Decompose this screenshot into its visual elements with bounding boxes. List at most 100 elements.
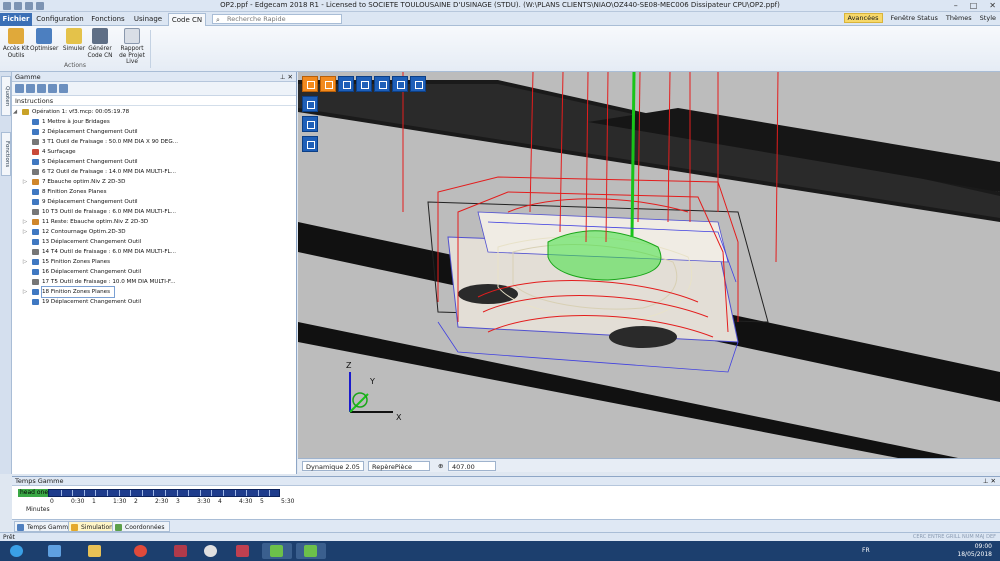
tree-item[interactable]: 13 Déplacement Changement Outil — [12, 237, 296, 247]
view-front-button[interactable] — [320, 76, 336, 92]
tab-code-cn[interactable]: Code CN — [168, 13, 206, 26]
tree-item[interactable]: 1 Mettre à jour Bridages — [12, 117, 296, 127]
tool-kit-access-button[interactable]: Accès Kit Outils — [2, 28, 30, 59]
filter-icon[interactable] — [48, 84, 57, 93]
tree-item[interactable]: 3 T1 Outil de Fraisage : 50.0 MM DIA X 9… — [12, 137, 296, 147]
tree-item[interactable]: ◢ Opération 1: vf3.mcp: 00:05:19.78 — [12, 107, 296, 117]
taskbar-cw[interactable] — [196, 543, 226, 559]
expand-toggle-icon[interactable]: ▷ — [22, 287, 28, 297]
expand-toggle-icon[interactable]: ▷ — [22, 217, 28, 227]
style-menu[interactable]: Style — [980, 14, 996, 22]
timeline-segment — [119, 490, 120, 496]
timeline-segment — [153, 490, 154, 496]
optimize-button[interactable]: Optimiser — [30, 28, 58, 53]
tree-item-label: 4 Surfaçage — [42, 149, 76, 155]
expand-toggle-icon[interactable]: ▷ — [22, 177, 28, 187]
options-icon[interactable] — [59, 84, 68, 93]
status-window-toggle[interactable]: Fenêtre Status — [891, 14, 938, 22]
list-button[interactable] — [392, 76, 408, 92]
tab-fonctions[interactable]: Fonctions — [88, 13, 128, 26]
minimize-icon[interactable]: – — [954, 1, 958, 10]
button-label: Optimiser — [30, 46, 59, 52]
tree-item[interactable]: 6 T2 Outil de Fraisage : 14.0 MM DIA MUL… — [12, 167, 296, 177]
quick-search-input[interactable]: ⌕ Recherche Rapide — [212, 14, 342, 24]
view-top-button[interactable] — [338, 76, 354, 92]
expand-toggle-icon[interactable]: ▷ — [22, 257, 28, 267]
language-indicator[interactable]: FR — [862, 547, 870, 554]
tree-item[interactable]: 19 Déplacement Changement Outil — [12, 297, 296, 307]
timeline-tick: 3:30 — [197, 498, 211, 505]
tree-item[interactable]: 4 Surfaçage — [12, 147, 296, 157]
tab-coordonnees[interactable]: Coordonnées — [112, 521, 170, 532]
taskbar-edgecam-2[interactable] — [296, 543, 326, 559]
tree-item[interactable]: 17 T5 Outil de Fraisage : 10.0 MM DIA MU… — [12, 277, 296, 287]
tab-configuration[interactable]: Configuration — [36, 13, 84, 26]
view-iso-button[interactable] — [302, 76, 318, 92]
tree-item-label: 3 T1 Outil de Fraisage : 50.0 MM DIA X 9… — [42, 139, 178, 145]
tree-item[interactable]: 9 Déplacement Changement Outil — [12, 197, 296, 207]
tree-item[interactable]: ▷ 18 Finition Zones Planes — [12, 286, 296, 298]
axis-y-label: Y — [369, 377, 375, 386]
tree-item[interactable]: ▷ 15 Finition Zones Planes — [12, 257, 296, 267]
tree-item[interactable]: 8 Finition Zones Planes — [12, 187, 296, 197]
close-icon[interactable]: ✕ — [989, 1, 996, 10]
shade-button[interactable] — [302, 96, 318, 112]
dynamic-mode[interactable]: Dynamique 2.05 — [302, 461, 364, 471]
generate-nc-button[interactable]: Générer Code CN — [86, 28, 114, 59]
zoom-button[interactable] — [374, 76, 390, 92]
operation-icon — [32, 189, 39, 195]
simulate-button[interactable]: Simuler — [60, 28, 88, 53]
taskbar-chrome[interactable] — [126, 543, 156, 559]
status-bar: Prêt CERC ENTRE GRILL NUM MAJ DEF — [0, 532, 1000, 541]
view-tree-button[interactable] — [356, 76, 372, 92]
axis-x-label: X — [396, 413, 402, 422]
expand-icon[interactable] — [26, 84, 35, 93]
taskbar-app[interactable] — [166, 543, 196, 559]
pin-icon[interactable]: ⊥ ✕ — [280, 72, 293, 82]
frame-select[interactable]: RepèrePièce — [368, 461, 430, 471]
solid-button[interactable] — [302, 136, 318, 152]
tab-usinage[interactable]: Usinage — [130, 13, 166, 26]
timeline-segment — [211, 490, 212, 496]
tree-item[interactable]: 16 Déplacement Changement Outil — [12, 267, 296, 277]
timeline-segment — [269, 490, 270, 496]
taskbar-explorer[interactable] — [40, 543, 70, 559]
graphics-viewport[interactable]: Z Y X — [298, 72, 1000, 458]
timeline-bar[interactable] — [48, 489, 280, 497]
advanced-toggle[interactable]: Avancées — [843, 13, 883, 23]
tree-item[interactable]: ▷ 11 Reste: Ebauche optim.Niv Z 2D-3D — [12, 217, 296, 227]
tree-item[interactable]: 5 Déplacement Changement Outil — [12, 157, 296, 167]
play-icon — [71, 524, 78, 531]
timeline-segment — [84, 490, 85, 496]
taskbar-folder[interactable] — [80, 543, 110, 559]
taskbar-tool[interactable] — [228, 543, 258, 559]
tree-item[interactable]: 2 Déplacement Changement Outil — [12, 127, 296, 137]
collapse-icon[interactable] — [37, 84, 46, 93]
taskbar-edgecam-1[interactable] — [262, 543, 292, 559]
windows-taskbar: FR 09:00 18/05/2018 — [0, 541, 1000, 561]
start-button[interactable] — [2, 543, 32, 559]
refresh-icon[interactable] — [15, 84, 24, 93]
live-report-button[interactable]: Rapport de Projet Live — [116, 28, 148, 66]
operation-icon — [32, 139, 39, 145]
layout-button[interactable] — [410, 76, 426, 92]
tab-simulation[interactable]: Simulation — [68, 521, 118, 532]
tree-item[interactable]: 14 T4 Outil de Fraisage : 6.0 MM DIA MUL… — [12, 247, 296, 257]
themes-menu[interactable]: Thèmes — [946, 14, 972, 22]
operation-icon — [32, 169, 39, 175]
ribbon-separator — [150, 30, 151, 68]
zoom-level[interactable]: 407.00 — [448, 461, 496, 471]
expand-toggle-icon[interactable]: ◢ — [12, 107, 18, 117]
pin-icon[interactable]: ⊥ ✕ — [983, 477, 996, 486]
wireframe-button[interactable] — [302, 116, 318, 132]
tree-item[interactable]: ▷ 7 Ebauche optim.Niv Z 2D-3D — [12, 177, 296, 187]
tree-item[interactable]: ▷ 12 Contournage Optim.2D-3D — [12, 227, 296, 237]
expand-toggle-icon[interactable]: ▷ — [22, 227, 28, 237]
tab-fichier[interactable]: Fichier — [0, 13, 32, 26]
clock[interactable]: 09:00 18/05/2018 — [957, 543, 992, 559]
tree-item[interactable]: 10 T3 Outil de Fraisage : 6.0 MM DIA MUL… — [12, 207, 296, 217]
clock-date: 18/05/2018 — [957, 551, 992, 558]
side-tab-quoten[interactable]: Quoten — [1, 76, 11, 116]
maximize-icon[interactable]: □ — [970, 1, 978, 10]
side-tab-fonctions[interactable]: Fonctions — [1, 132, 11, 176]
